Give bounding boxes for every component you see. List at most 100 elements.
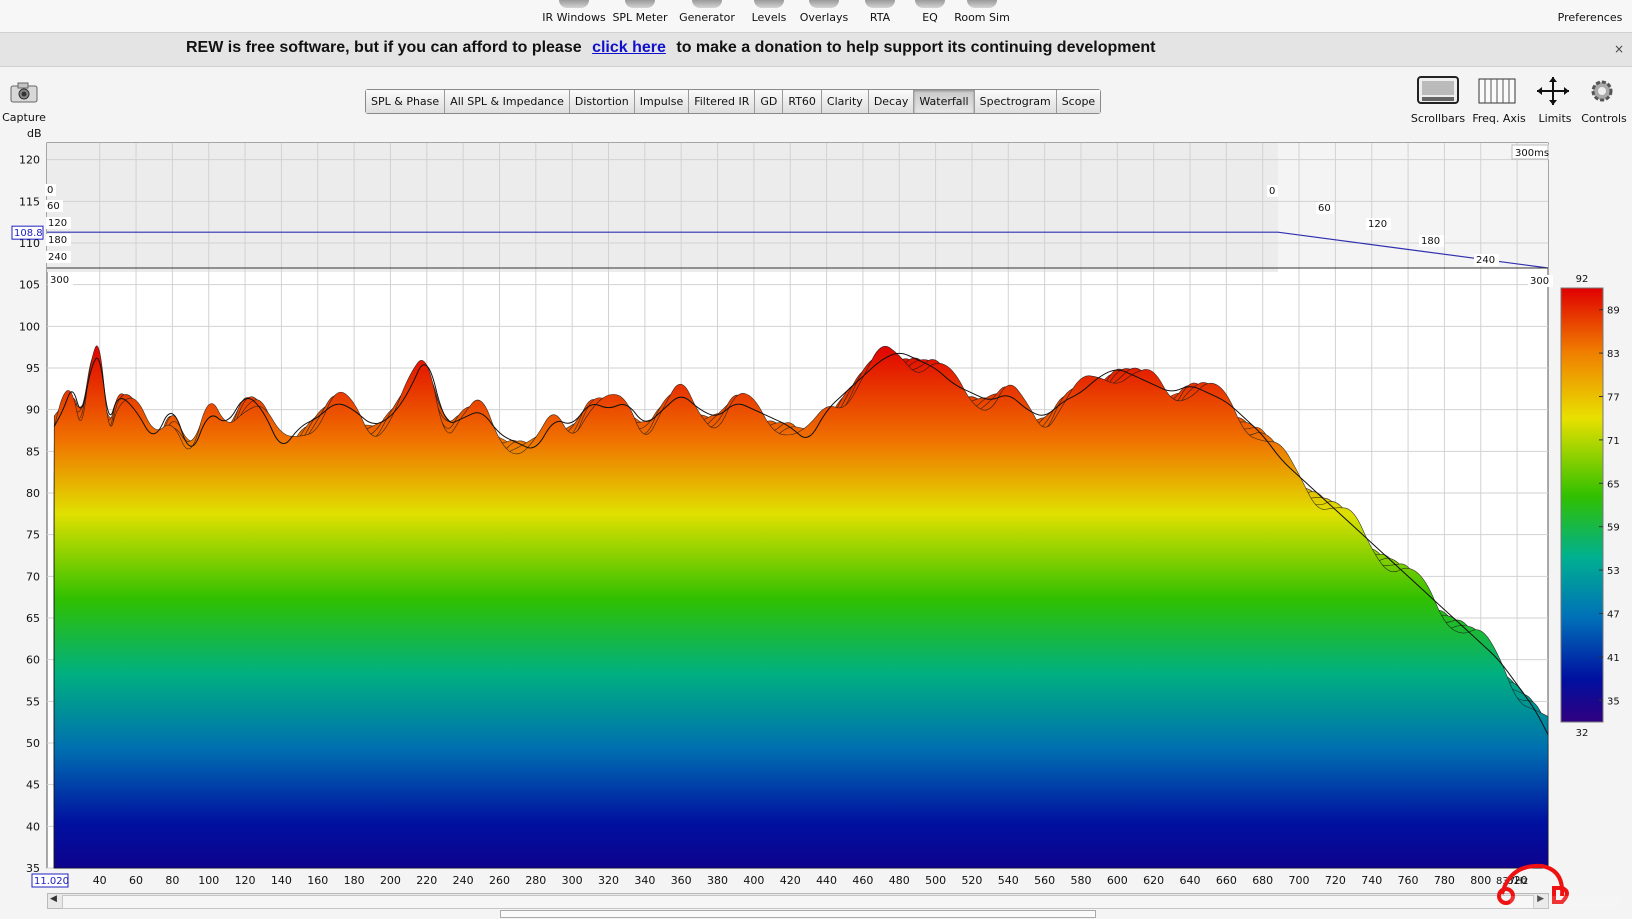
tool-label: Scrollbars — [1410, 112, 1466, 125]
time-tick-right: 180 — [1421, 236, 1440, 247]
capture-button[interactable]: Capture — [2, 80, 46, 124]
tab-impulse[interactable]: Impulse — [634, 90, 690, 113]
levels-icon — [754, 0, 784, 8]
capture-label: Capture — [2, 111, 46, 124]
spl-meter-button[interactable]: SPL Meter — [612, 0, 668, 32]
rta-icon — [865, 0, 895, 8]
time-tick-left: 120 — [48, 218, 67, 229]
time-tick-right: 0 — [1269, 186, 1275, 197]
x-tick-label: 120 — [235, 874, 256, 887]
preferences-button[interactable]: Preferences — [1555, 0, 1625, 32]
banner-close-button[interactable]: × — [1614, 42, 1624, 56]
banner-text-after: to make a donation to help support its c… — [676, 39, 1156, 56]
x-tick-label: 400 — [743, 874, 764, 887]
time-tick-left: 60 — [47, 201, 60, 212]
tab-scope[interactable]: Scope — [1056, 90, 1101, 113]
time-label: 300ms — [1515, 148, 1549, 159]
colorbar-tick-label: 71 — [1607, 436, 1620, 447]
x-tick-label: 600 — [1107, 874, 1128, 887]
tab-filtered-ir[interactable]: Filtered IR — [689, 90, 756, 113]
x-start-value: 11.020 — [34, 876, 69, 887]
ir-windows-icon — [559, 0, 589, 8]
levels-button[interactable]: Levels — [744, 0, 794, 32]
tab-spl-phase[interactable]: SPL & Phase — [366, 90, 446, 113]
x-tick-label: 240 — [453, 874, 474, 887]
x-tick-label: 100 — [198, 874, 219, 887]
eq-button[interactable]: EQ — [914, 0, 946, 32]
tab-all-spl-impedance[interactable]: All SPL & Impedance — [445, 90, 570, 113]
x-tick-label: 200 — [380, 874, 401, 887]
x-tick-label: 680 — [1252, 874, 1273, 887]
time-tick-right: 60 — [1318, 203, 1331, 214]
tab-rt60[interactable]: RT60 — [783, 90, 822, 113]
tool-label: EQ — [922, 11, 938, 24]
time-tick-right: 300 — [1530, 276, 1549, 287]
rta-button[interactable]: RTA — [860, 0, 900, 32]
tab-waterfall[interactable]: Waterfall — [914, 90, 975, 113]
y-tick-label: 75 — [26, 529, 40, 542]
scroll-left-icon[interactable]: ◀ — [50, 894, 57, 904]
x-tick-label: 260 — [489, 874, 510, 887]
tool-label: Generator — [679, 11, 735, 24]
scrollbars-button[interactable]: Scrollbars — [1406, 75, 1470, 125]
x-tick-label: 460 — [852, 874, 873, 887]
room-sim-icon — [967, 0, 997, 8]
y-tick-label: 80 — [26, 487, 40, 500]
overlays-button[interactable]: Overlays — [795, 0, 853, 32]
time-tick-left: 300 — [50, 275, 69, 286]
generator-icon — [692, 0, 722, 8]
back-wall — [47, 143, 1278, 272]
x-tick-label: 640 — [1180, 874, 1201, 887]
x-tick-label: 340 — [634, 874, 655, 887]
tab-distortion[interactable]: Distortion — [569, 90, 635, 113]
x-tick-label: 380 — [707, 874, 728, 887]
scrollbar-thumb[interactable] — [62, 895, 1534, 909]
banner-text-before: REW is free software, but if you can aff… — [186, 39, 582, 56]
spl-meter-icon — [625, 0, 655, 8]
camera-icon — [10, 82, 38, 103]
tab-spectrogram[interactable]: Spectrogram — [974, 90, 1057, 113]
room-sim-button[interactable]: Room Sim — [952, 0, 1012, 32]
x-tick-label: 180 — [344, 874, 365, 887]
horizontal-scrollbar[interactable]: ◀ ▶ — [47, 893, 1549, 909]
x-tick-label: 700 — [1289, 874, 1310, 887]
x-tick-label: 760 — [1398, 874, 1419, 887]
time-tick-right: 240 — [1476, 255, 1495, 266]
controls-button[interactable]: Controls — [1572, 75, 1632, 125]
colorbar-tick-label: 77 — [1607, 393, 1620, 404]
y-cursor-value: 108.8 — [14, 228, 43, 239]
overlays-icon — [809, 0, 839, 8]
limits-icon — [1537, 77, 1569, 105]
y-tick-label: 120 — [19, 154, 40, 167]
x-tick-label: 360 — [671, 874, 692, 887]
tab-gd[interactable]: GD — [755, 90, 784, 113]
freq-axis-icon — [1478, 78, 1516, 104]
colorbar-tick-label: 53 — [1607, 566, 1620, 577]
x-tick-label: 140 — [271, 874, 292, 887]
donation-banner: REW is free software, but if you can aff… — [0, 32, 1632, 67]
y-tick-label: 35 — [26, 862, 40, 875]
y-tick-label: 65 — [26, 612, 40, 625]
x-tick-label: 800 — [1470, 874, 1491, 887]
y-tick-label: 105 — [19, 279, 40, 292]
freq-axis-button[interactable]: Freq. Axis — [1467, 75, 1531, 125]
tab-clarity[interactable]: Clarity — [821, 90, 869, 113]
bottom-control-panel — [500, 910, 1096, 918]
y-tick-label: 50 — [26, 737, 40, 750]
waterfall-graph[interactable]: 35 40 45 50 55 60 65 70 75 80 85 90 95 100 105 110 115 12… — [0, 125, 1632, 915]
time-tick-left: 240 — [48, 252, 67, 263]
x-tick-label: 580 — [1070, 874, 1091, 887]
y-tick-label: 60 — [26, 654, 40, 667]
x-tick-label: 40 — [93, 874, 107, 887]
x-tick-label: 780 — [1434, 874, 1455, 887]
eq-icon — [915, 0, 945, 8]
generator-button[interactable]: Generator — [676, 0, 738, 32]
waterfall-chart-svg[interactable]: 3540455055606570758085909510010511011512… — [0, 125, 1632, 915]
tab-decay[interactable]: Decay — [868, 90, 915, 113]
x-tick-label: 720 — [1325, 874, 1346, 887]
donation-link[interactable]: click here — [592, 39, 666, 56]
x-tick-label: 620 — [1143, 874, 1164, 887]
ir-windows-button[interactable]: IR Windows — [541, 0, 607, 32]
y-tick-label: 70 — [26, 570, 40, 583]
colorbar-tick-label: 41 — [1607, 653, 1620, 664]
